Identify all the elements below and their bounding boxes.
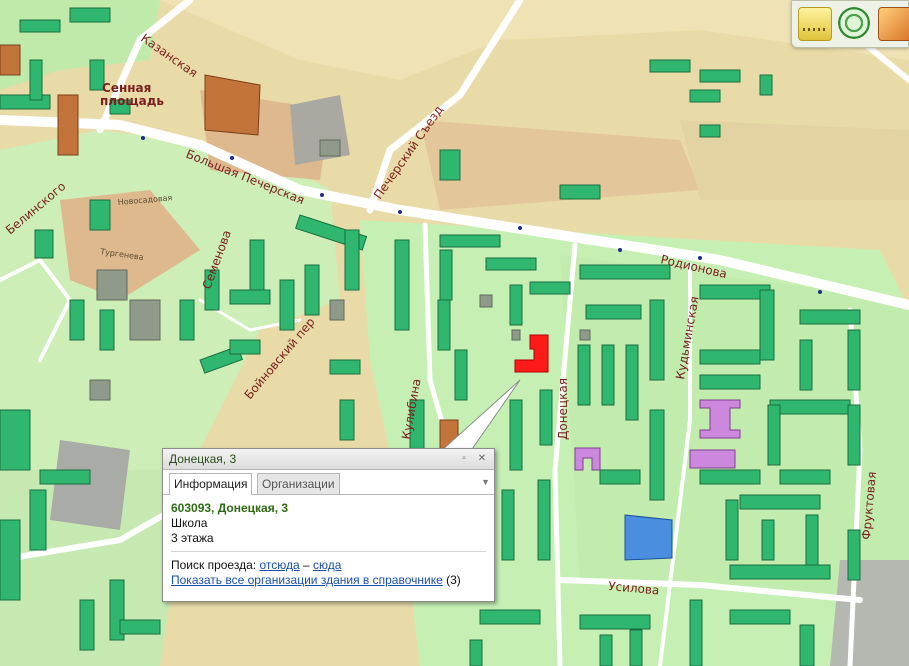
square-label-line2: площадь: [100, 94, 164, 108]
street-label-donetskaya: Донецкая: [556, 378, 570, 440]
building-floors: 3 этажа: [171, 531, 214, 545]
popup-titlebar[interactable]: Донецкая, 3 ▫ ✕: [163, 449, 494, 470]
square-label-line1: Сенная: [102, 81, 151, 95]
show-orgs-link[interactable]: Показать все организации здания в справо…: [171, 573, 443, 587]
route-from-link[interactable]: отсюда: [259, 558, 299, 572]
popup-body: 603093, Донецкая, 3 Школа 3 этажа Поиск …: [163, 495, 494, 594]
show-orgs-row: Показать все организации здания в справо…: [171, 573, 486, 588]
orgs-count: (3): [442, 573, 461, 587]
map-toolbar: [791, 0, 909, 48]
tab-information[interactable]: Информация: [169, 473, 253, 495]
ruler-icon[interactable]: [798, 7, 832, 41]
info-popup: Донецкая, 3 ▫ ✕ Информация Организации ▼…: [162, 448, 495, 602]
layers-icon[interactable]: [878, 7, 909, 41]
tab-organizations[interactable]: Организации: [256, 473, 340, 494]
divider: [171, 551, 486, 552]
minimize-icon[interactable]: ▫: [458, 453, 470, 465]
route-dash: –: [299, 558, 313, 572]
route-search-row: Поиск проезда: отсюда – сюда: [171, 558, 486, 573]
popup-tabs: Информация Организации ▼: [163, 472, 494, 495]
address-heading: 603093, Донецкая, 3: [171, 501, 289, 515]
building-type: Школа: [171, 516, 208, 530]
radar-icon[interactable]: [838, 7, 870, 39]
tabs-scroll-icon[interactable]: ▼: [481, 477, 490, 487]
close-icon[interactable]: ✕: [476, 453, 488, 465]
route-search-label: Поиск проезда:: [171, 558, 257, 572]
route-to-link[interactable]: сюда: [313, 558, 341, 572]
popup-title: Донецкая, 3: [169, 452, 237, 466]
